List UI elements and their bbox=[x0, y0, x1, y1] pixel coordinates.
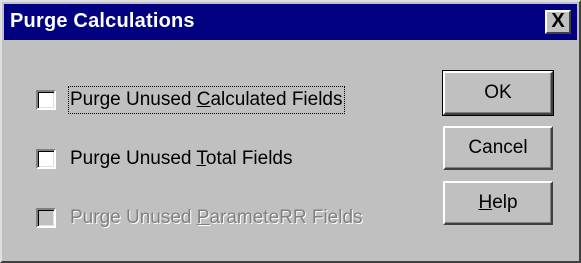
help-button[interactable]: Help bbox=[443, 181, 553, 225]
purge-total-fields-label[interactable]: Purge Unused Total Fields bbox=[70, 147, 293, 171]
purge-calculated-fields-label[interactable]: Purge Unused Calculated Fields bbox=[68, 86, 345, 114]
ok-button-label: OK bbox=[484, 82, 512, 103]
purge-parameter-fields-checkbox bbox=[36, 208, 56, 228]
purge-calculated-fields-checkbox[interactable] bbox=[36, 90, 56, 110]
title-bar: Purge Calculations X bbox=[4, 4, 577, 40]
close-button[interactable]: X bbox=[545, 10, 571, 34]
ok-button[interactable]: OK bbox=[442, 70, 554, 116]
purge-total-fields-checkbox[interactable] bbox=[36, 149, 56, 169]
cancel-button-label: Cancel bbox=[468, 137, 528, 158]
help-button-label: Help bbox=[478, 192, 518, 213]
close-icon: X bbox=[551, 10, 565, 32]
purge-parameter-fields-label: Purge Unused ParameteRR Fields bbox=[70, 207, 363, 228]
dialog-title: Purge Calculations bbox=[10, 10, 195, 32]
cancel-button[interactable]: Cancel bbox=[443, 126, 553, 170]
purge-calculations-dialog: Purge Calculations X Purge Unused Calcul… bbox=[0, 0, 581, 263]
